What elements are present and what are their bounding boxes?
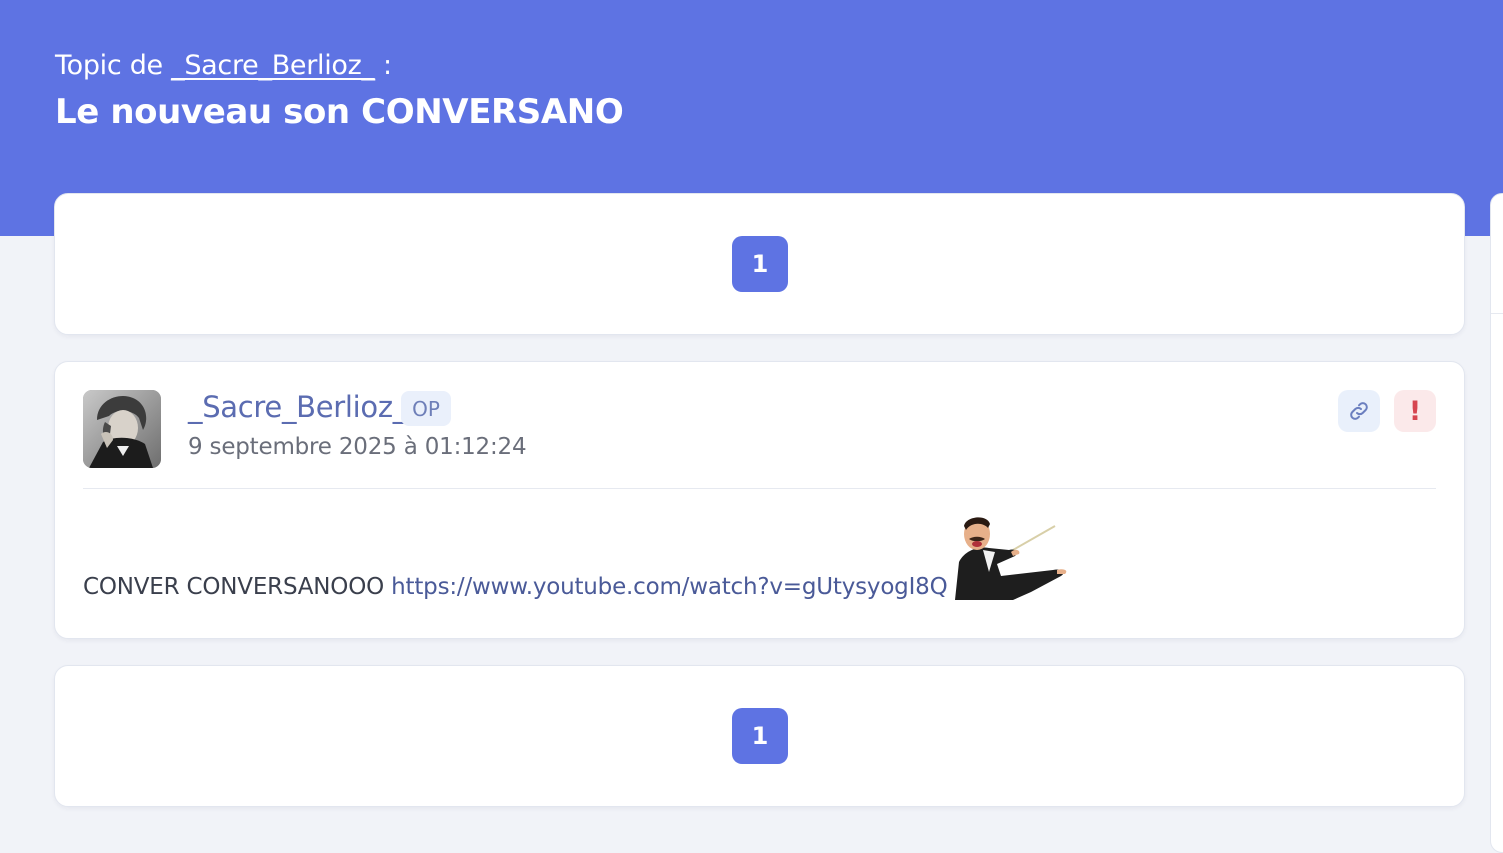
post-divider (83, 488, 1436, 489)
topic-prefix: Topic de (55, 50, 163, 81)
avatar-portrait (83, 390, 161, 468)
page-button-current[interactable]: 1 (732, 708, 788, 764)
topic-author-link[interactable]: _Sacre_Berlioz_ (171, 50, 375, 81)
link-icon (1350, 402, 1368, 420)
conductor-sticker (955, 517, 1067, 600)
youtube-link[interactable]: https://www.youtube.com/watch?v=gUtysyog… (391, 574, 948, 600)
post-text: CONVER CONVERSANOOO (83, 574, 385, 600)
topic-title: Le nouveau son CONVERSANO (55, 92, 624, 132)
post-card: _Sacre_Berlioz_ OP 9 septembre 2025 à 01… (54, 361, 1465, 639)
sidebar-card (1490, 193, 1503, 853)
pagination-top: 1 (54, 193, 1465, 335)
report-button[interactable]: ! (1394, 390, 1436, 432)
pagination-bottom: 1 (54, 665, 1465, 807)
permalink-button[interactable] (1338, 390, 1380, 432)
exclamation-icon: ! (1408, 395, 1422, 427)
topic-suffix: : (383, 50, 392, 81)
topic-author-line: Topic de _Sacre_Berlioz_ : (55, 50, 392, 81)
page-button-current[interactable]: 1 (732, 236, 788, 292)
post-body: CONVER CONVERSANOOO https://www.youtube.… (83, 574, 948, 600)
op-badge: OP (401, 391, 451, 426)
avatar[interactable] (83, 390, 161, 468)
post-date: 9 septembre 2025 à 01:12:24 (188, 434, 527, 460)
post-author-link[interactable]: _Sacre_Berlioz_ (188, 390, 407, 424)
sidebar-divider (1491, 313, 1503, 314)
